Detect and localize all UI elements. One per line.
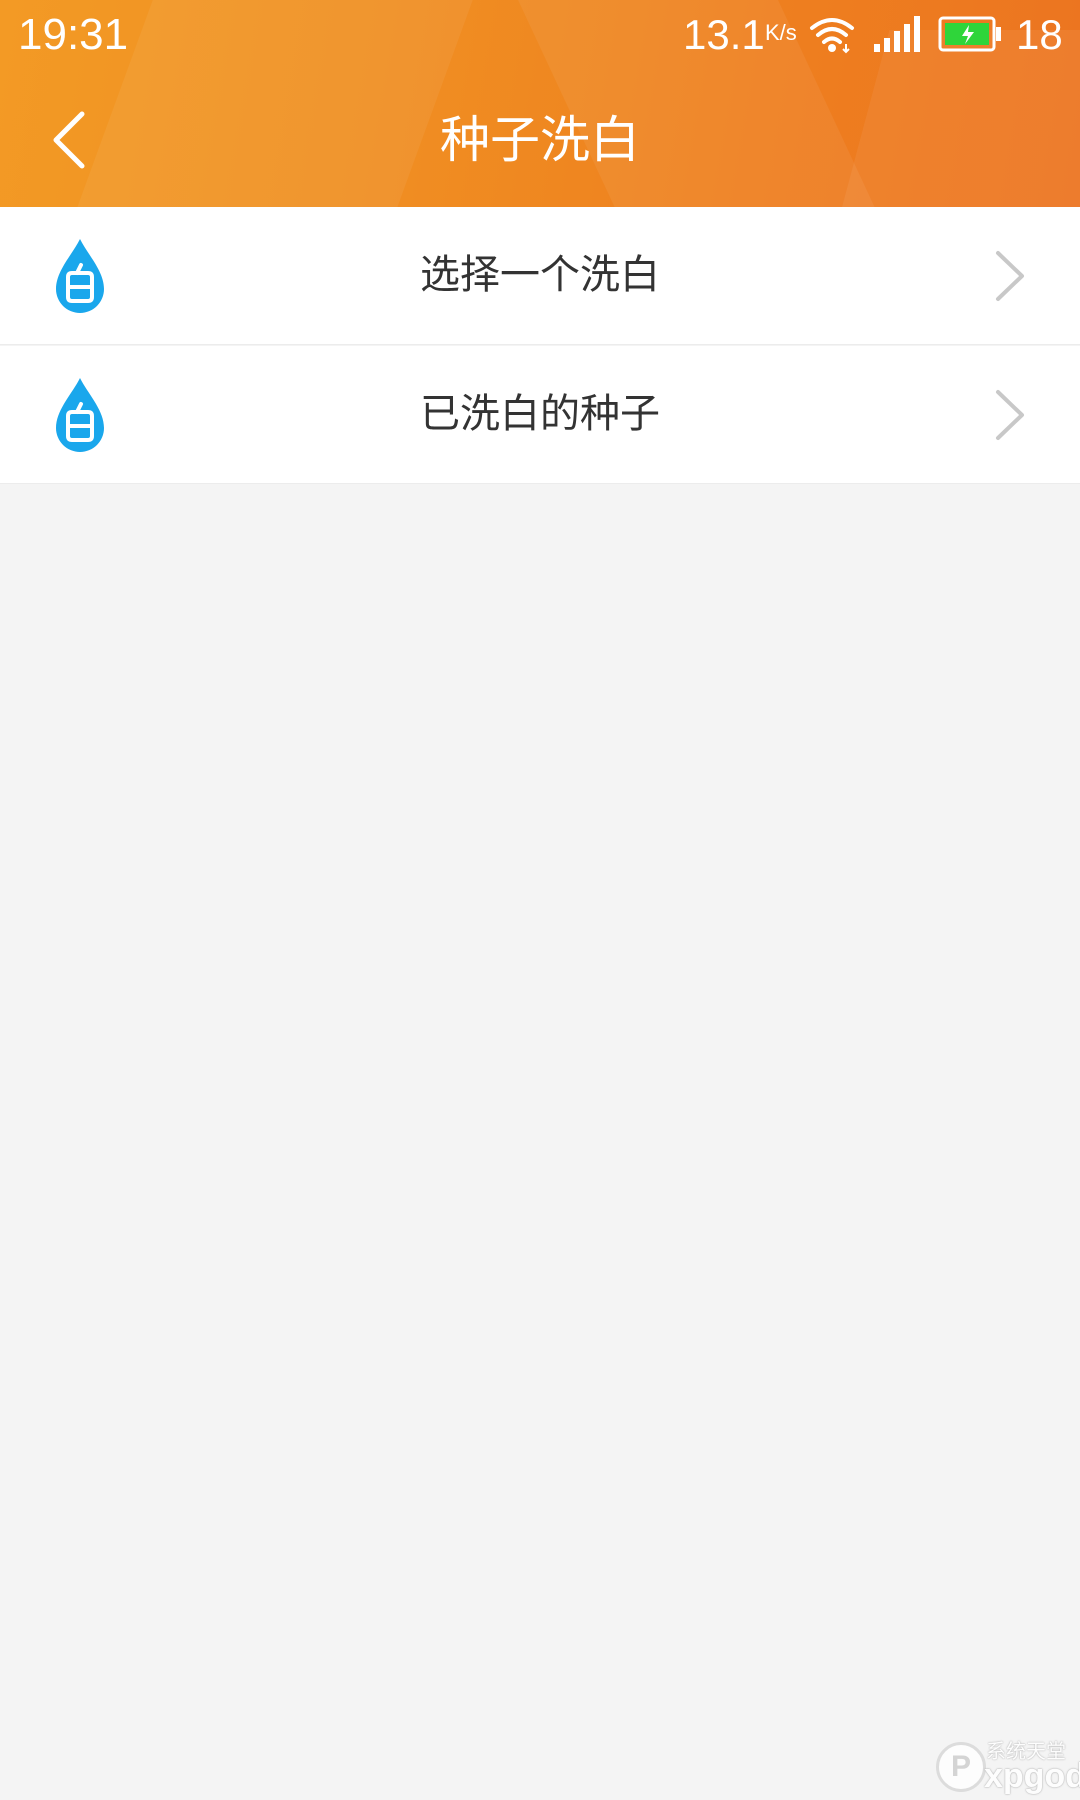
status-bar: 19:31 13.1 K/s 18 bbox=[0, 0, 1080, 70]
page-title: 种子洗白 bbox=[440, 111, 640, 169]
watermark-logo: P bbox=[936, 1742, 986, 1792]
chevron-right-icon bbox=[996, 251, 1024, 301]
network-speed-unit: K/s bbox=[765, 20, 797, 45]
battery-level: 18 bbox=[1016, 11, 1063, 58]
app-header: 19:31 13.1 K/s 18 种子洗白 bbox=[0, 0, 1080, 207]
chevron-right-icon bbox=[996, 390, 1024, 440]
battery-icon bbox=[938, 16, 1001, 52]
wifi-icon bbox=[810, 18, 854, 54]
menu-item-washed-seeds[interactable]: 已洗白的种子 bbox=[0, 346, 1080, 484]
watermark: P 系统天堂 xpgod bbox=[936, 1740, 1080, 1796]
signal-icon bbox=[874, 16, 920, 52]
network-speed: 13.1 bbox=[683, 11, 765, 58]
menu-item-label: 选择一个洗白 bbox=[420, 252, 660, 298]
menu-item-select-wash[interactable]: 选择一个洗白 bbox=[0, 207, 1080, 345]
status-time: 19:31 bbox=[18, 10, 129, 59]
menu-list: 选择一个洗白 已洗白的种子 bbox=[0, 207, 1080, 485]
watermark-text-en: xpgod bbox=[984, 1757, 1080, 1795]
menu-item-label: 已洗白的种子 bbox=[420, 391, 660, 437]
